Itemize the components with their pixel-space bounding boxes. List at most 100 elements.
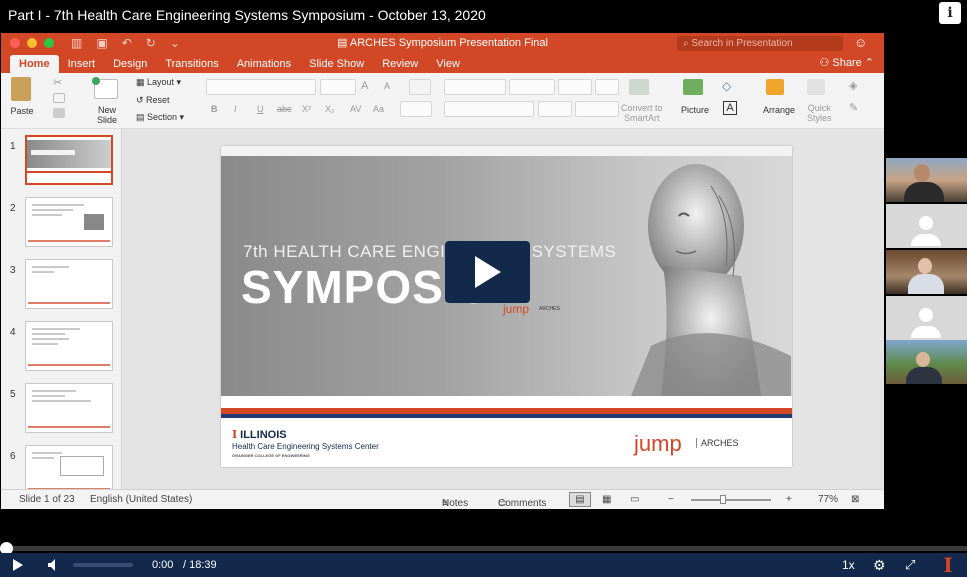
tab-slide-show[interactable]: Slide Show (300, 55, 373, 73)
play-icon (474, 256, 501, 288)
subscript-icon[interactable]: X₂ (325, 104, 335, 114)
text-box-icon[interactable]: A (723, 101, 737, 115)
align-buttons[interactable] (444, 101, 534, 117)
font-name-select[interactable] (206, 79, 316, 95)
share-button[interactable]: ⚇ Share ⌃ (819, 56, 874, 69)
search-input[interactable]: ⌕ Search in Presentation (677, 36, 843, 51)
cut-icon[interactable]: ✂ (53, 76, 62, 89)
tab-review[interactable]: Review (373, 55, 427, 73)
seek-bar[interactable] (0, 546, 967, 551)
italic-icon[interactable]: I (234, 104, 237, 114)
align-text-select[interactable] (575, 101, 619, 117)
underline-icon[interactable]: U (257, 104, 264, 114)
indent-buttons[interactable] (509, 79, 555, 95)
thumbnail-number: 2 (10, 203, 16, 214)
collapse-ribbon-icon: ⌃ (864, 57, 874, 69)
current-time: 0:00 (152, 559, 174, 571)
tab-view[interactable]: View (427, 55, 469, 73)
paste-icon[interactable] (11, 77, 31, 101)
document-icon: ▤ (337, 37, 350, 49)
arches-logo: ARCHES (696, 438, 739, 448)
strikethrough-icon[interactable]: abc (277, 104, 292, 114)
play-button[interactable] (12, 553, 24, 577)
arrange-label: Arrange (763, 105, 796, 115)
superscript-icon[interactable]: X² (302, 104, 311, 114)
bold-icon[interactable]: B (211, 104, 218, 114)
thumbnail-preview (25, 135, 113, 185)
info-button[interactable]: i (939, 2, 961, 24)
thumbnail-preview (25, 321, 113, 371)
shapes-icon[interactable]: ◇ (722, 79, 731, 93)
zoom-slider[interactable] (691, 499, 771, 501)
fit-to-window-icon[interactable]: ⊠ (851, 494, 859, 505)
bullets-select[interactable] (444, 79, 506, 95)
tab-insert[interactable]: Insert (59, 55, 105, 73)
feedback-icon[interactable]: ☺ (854, 35, 867, 50)
slide-counter: Slide 1 of 23 (19, 494, 75, 505)
participant-tile-5 (886, 340, 967, 384)
reset-button[interactable]: ↺ Reset (136, 95, 170, 106)
format-painter-icon[interactable] (53, 108, 65, 118)
slide-canvas[interactable]: 7th HEALTH CARE ENGINEERING SYSTEMS SYMP… (221, 146, 792, 467)
participant-face (918, 258, 932, 274)
zoom-slider-handle[interactable] (720, 495, 726, 504)
tab-home[interactable]: Home (10, 55, 59, 73)
change-case-icon[interactable]: Aa (373, 104, 384, 114)
jump-logo: jump (634, 431, 682, 456)
section-icon: ▤ (136, 112, 148, 122)
arches-logo-small: ARCHES (539, 306, 560, 312)
columns-select[interactable] (595, 79, 619, 95)
chevron-down-icon: ▾ (174, 77, 182, 87)
thumbnail-3[interactable]: 3 (1, 259, 121, 315)
play-overlay-button[interactable] (445, 241, 530, 303)
thumbnail-preview (25, 383, 113, 433)
participant-tile-3 (886, 250, 967, 294)
zoom-in-icon[interactable]: + (786, 494, 792, 505)
thumbnail-number: 4 (10, 327, 16, 338)
tab-design[interactable]: Design (104, 55, 156, 73)
decrease-font-icon[interactable]: A (384, 81, 390, 91)
reading-view-icon[interactable]: ▭ (630, 494, 639, 505)
volume-slider[interactable] (73, 563, 133, 567)
layout-icon: ▦ (136, 77, 148, 87)
text-case-icon[interactable]: AV (350, 104, 361, 114)
quick-styles-icon[interactable] (807, 79, 825, 95)
increase-font-icon[interactable]: A (361, 80, 368, 92)
thumbnail-4[interactable]: 4 (1, 321, 121, 377)
video-player: Part I - 7th Health Care Engineering Sys… (0, 0, 967, 577)
font-size-select[interactable] (320, 79, 356, 95)
arrange-icon[interactable] (766, 79, 784, 95)
thumbnail-preview (25, 259, 113, 309)
fullscreen-icon[interactable]: ⤢ (905, 553, 915, 577)
playback-speed-button[interactable]: 1x (842, 553, 855, 577)
slide-heading-line1: 7th HEALTH CARE ENGINEERING SYSTEMS (243, 242, 617, 261)
picture-icon[interactable] (683, 79, 703, 95)
tab-animations[interactable]: Animations (228, 55, 300, 73)
text-direction-select[interactable] (538, 101, 572, 117)
thumbnail-5[interactable]: 5 (1, 383, 121, 439)
normal-view-icon[interactable]: ▤ (569, 492, 591, 507)
reset-icon: ↺ (136, 95, 147, 105)
thumbnail-6[interactable]: 6 (1, 445, 121, 489)
speaker-icon (48, 559, 55, 572)
tab-transitions[interactable]: Transitions (156, 55, 227, 73)
font-color-select[interactable] (400, 101, 432, 117)
thumbnail-2[interactable]: 2 (1, 197, 121, 253)
clear-format-icon[interactable] (409, 79, 431, 95)
copy-icon[interactable] (53, 93, 65, 103)
section-button[interactable]: ▤ Section ▾ (136, 112, 184, 123)
volume-button[interactable] (48, 553, 60, 577)
layout-button[interactable]: ▦ Layout ▾ (136, 77, 181, 88)
settings-gear-icon[interactable]: ⚙ (873, 553, 886, 577)
shape-outline-icon[interactable]: ✎ (849, 101, 858, 114)
slide-sorter-icon[interactable]: ▦ (602, 494, 611, 505)
line-spacing-select[interactable] (558, 79, 592, 95)
zoom-out-icon[interactable]: − (668, 494, 674, 505)
illinois-brand-icon[interactable]: I (938, 554, 958, 576)
thumbnail-1[interactable]: 1 (1, 135, 121, 191)
thumbnail-number: 5 (10, 389, 16, 400)
add-person-icon: ⚇ (819, 57, 833, 69)
ribbon: Paste ✂ New Slide ▦ Layout ▾ ↺ Reset ▤ Se… (1, 73, 884, 129)
shape-fill-icon[interactable]: ◈ (849, 79, 857, 92)
smartart-icon[interactable] (629, 79, 649, 95)
